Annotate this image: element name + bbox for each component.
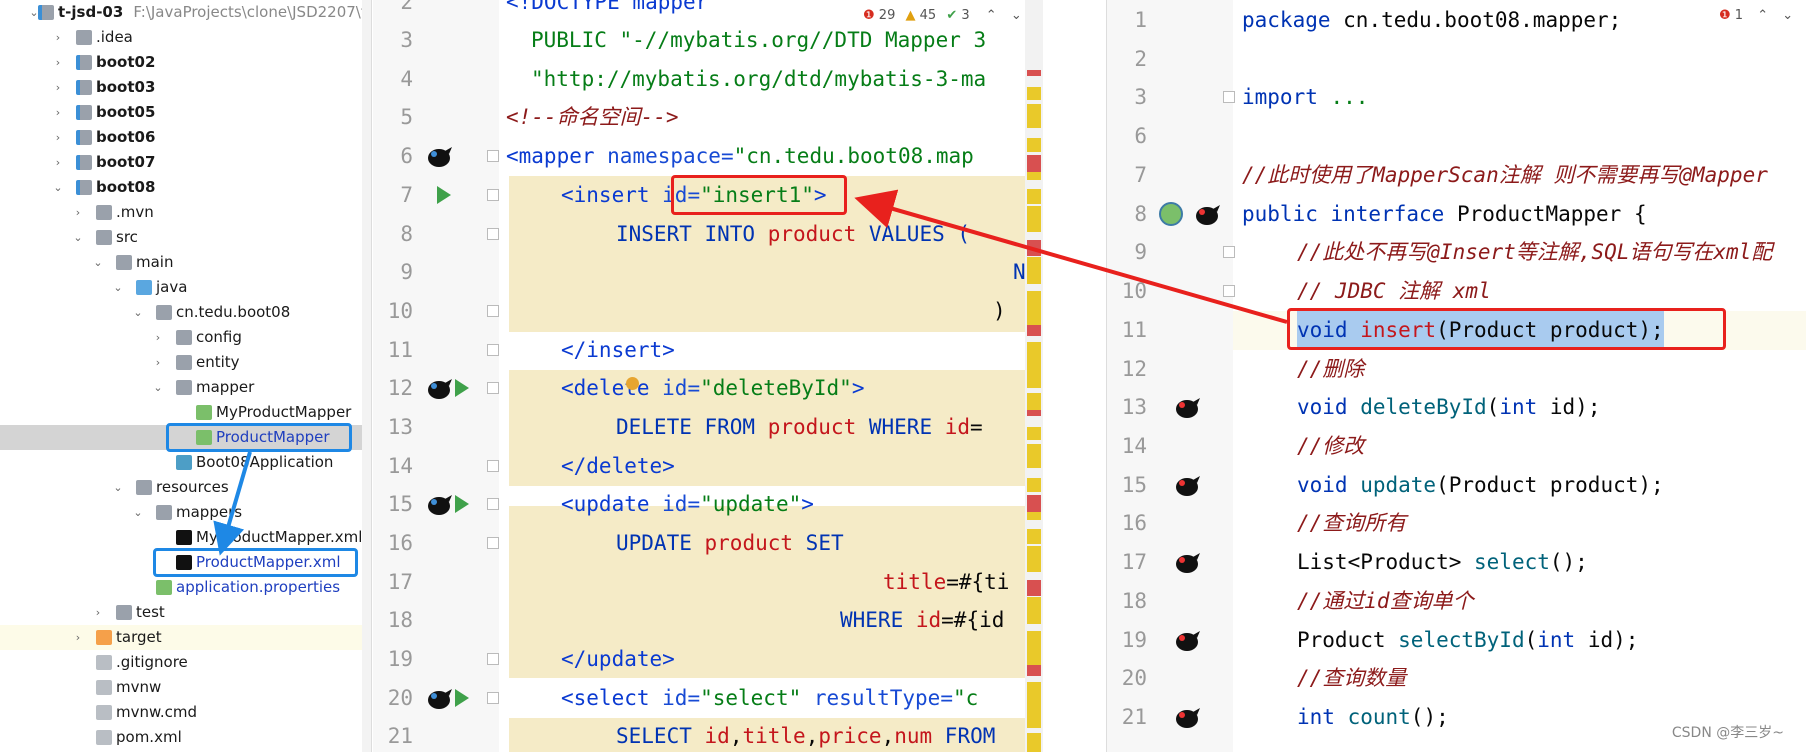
watermark: CSDN @李三岁~ bbox=[1671, 725, 1784, 741]
blue-arrow bbox=[213, 451, 252, 556]
ide-window: ⌄ t-jsd-03 F:\JavaProjects\clone\JSD2207\… bbox=[0, 0, 1806, 752]
annotation-arrows bbox=[213, 189, 1288, 556]
red-arrow bbox=[854, 189, 1288, 324]
